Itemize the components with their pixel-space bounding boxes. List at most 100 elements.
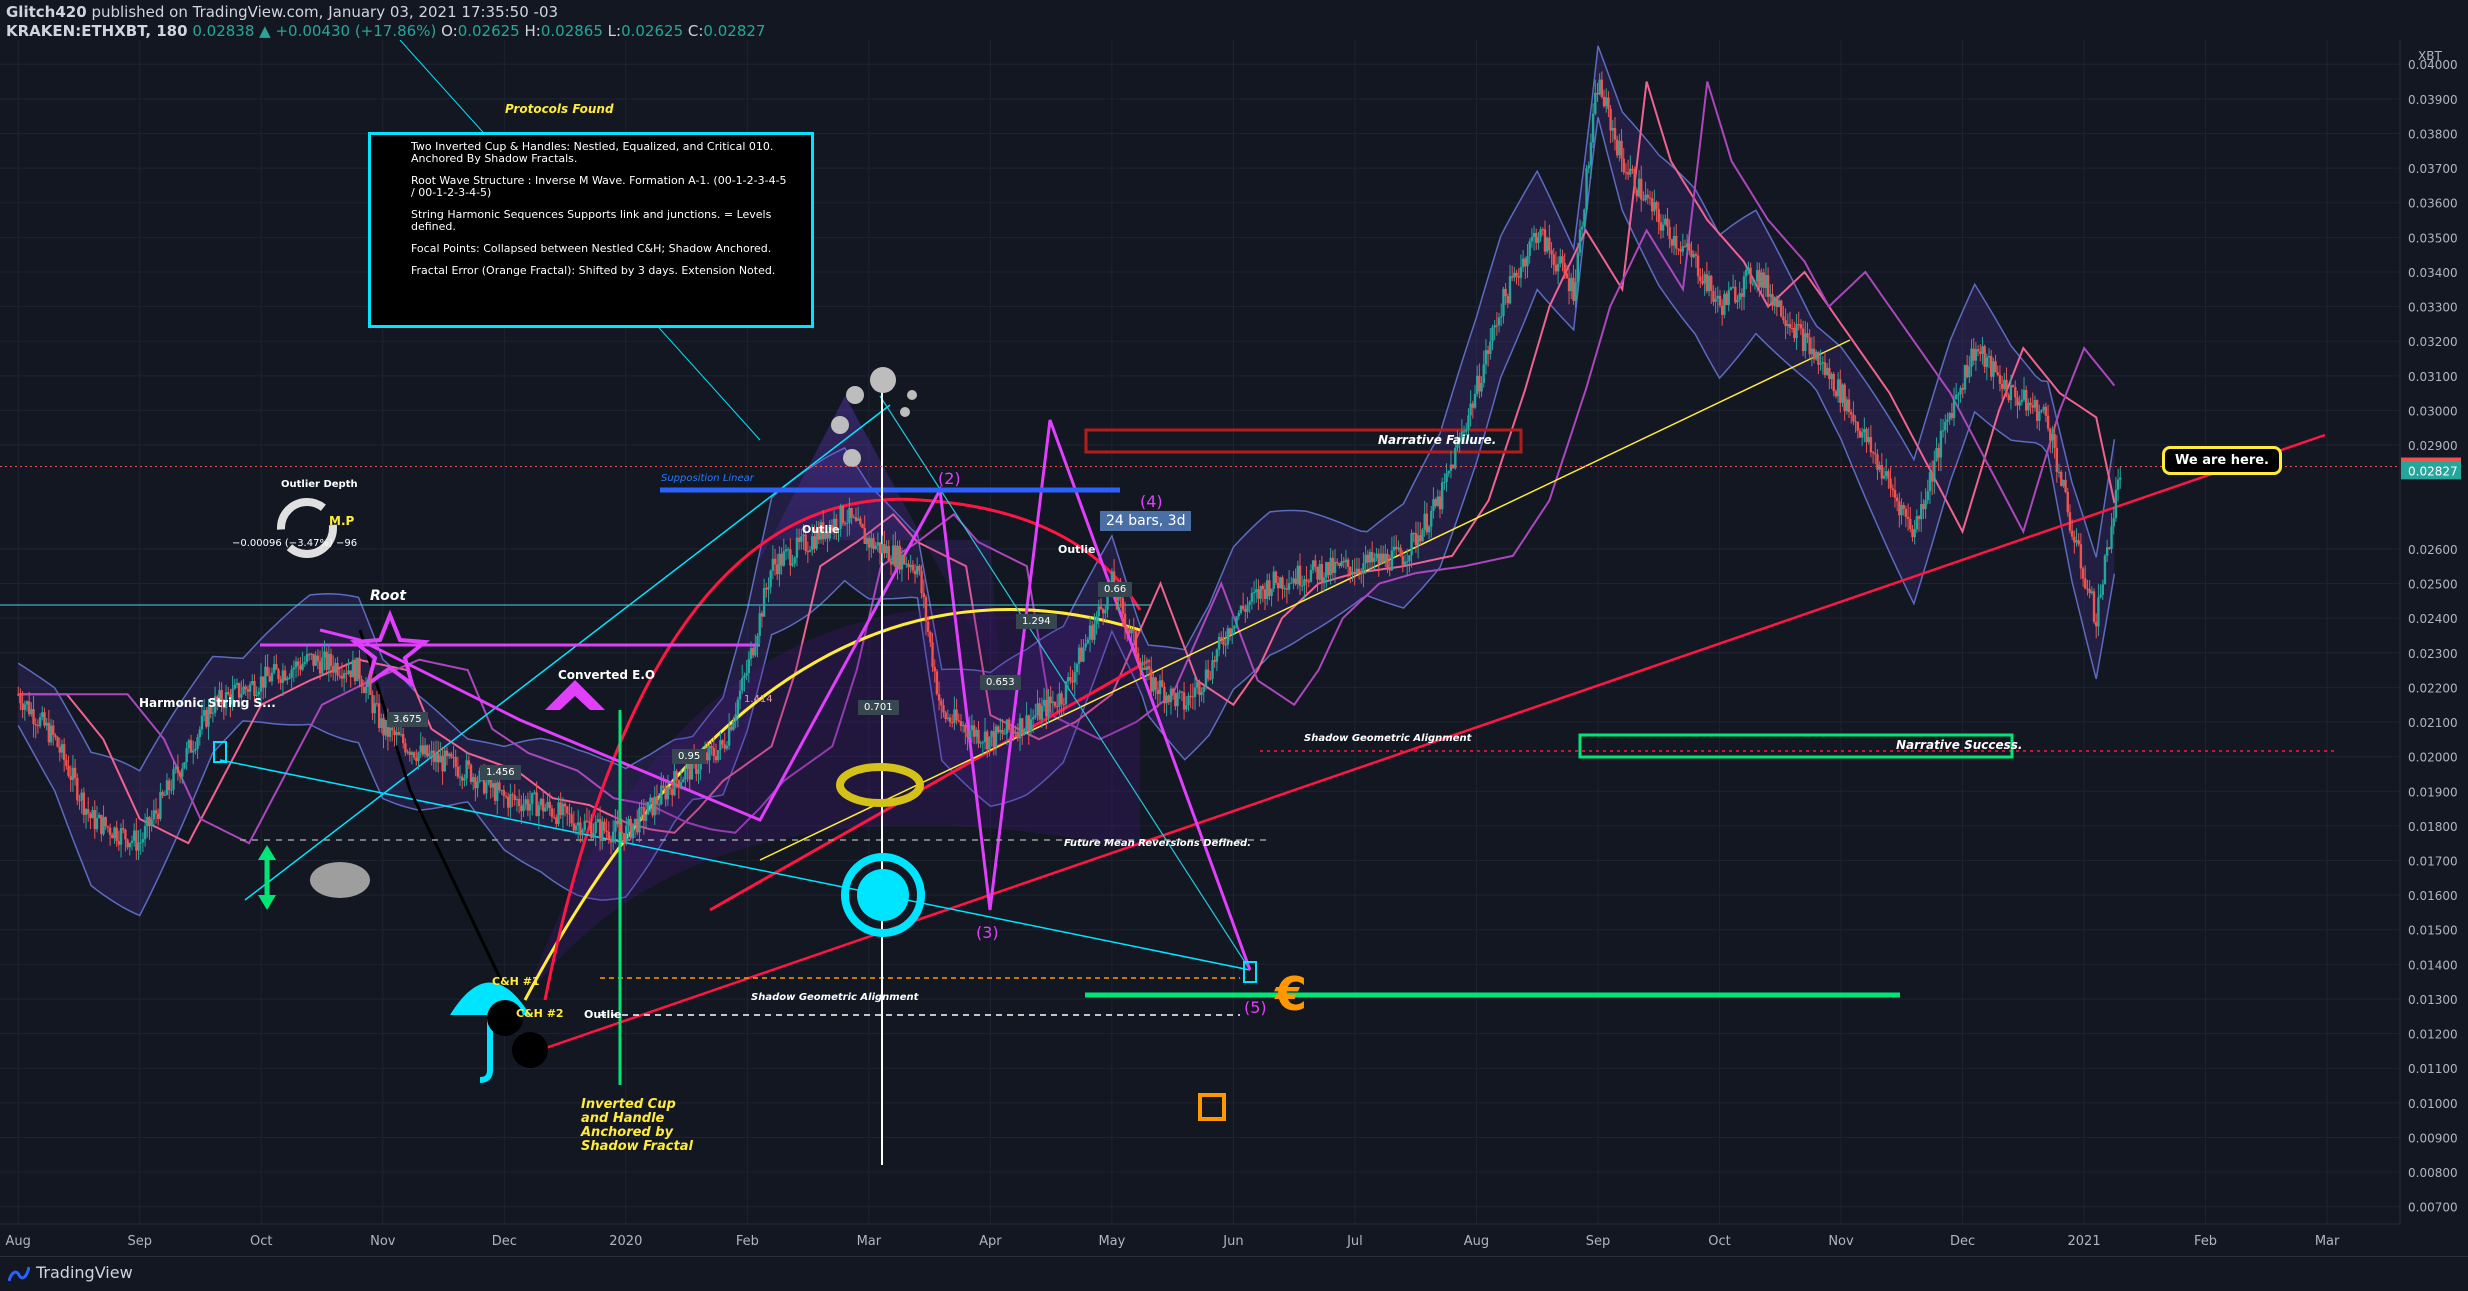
candle-body [439,755,442,763]
candle-body [2044,406,2048,416]
tradingview-logo[interactable]: TradingView [7,1263,133,1283]
candle-body [776,564,779,575]
time-tick-label: Jun [1222,1234,1243,1249]
candle-body [1504,288,1507,297]
candle-body [461,776,464,781]
price-tick-label: 0.03300 [2408,301,2458,315]
candle-body [356,657,359,682]
price-tick-label: 0.01900 [2408,785,2458,799]
candle-body [1926,491,1929,501]
candle-body [1858,430,1862,438]
candle-body [618,824,621,832]
candle-body [966,732,969,738]
candle-body [1381,553,1385,562]
candle-body [1521,258,1525,268]
author-name[interactable]: Glitch420 [6,3,87,21]
candle-body [920,570,923,594]
candle-body [1097,606,1100,617]
candle-body [426,745,429,757]
candle-body [706,752,709,761]
symbol-label[interactable]: KRAKEN:ETHXBT, 180 [6,22,188,40]
candle-body [951,722,954,724]
candle-body [1836,379,1840,397]
candle-body [957,720,960,722]
candle-body [1867,437,1870,443]
candle-body [1701,280,1704,284]
candle-body [1559,256,1562,264]
candle-body [1640,178,1643,200]
candle-body [1497,317,1501,326]
candle-body [636,818,639,833]
time-axis[interactable]: Aug Sep Oct Nov Dec 2020 Feb Mar Apr May Jun Jul Aug… [0,1223,2400,1256]
candle-body [1771,294,1774,306]
candle-body [200,715,204,730]
candle-body [852,517,855,519]
price-tick-label: 0.03400 [2408,266,2458,280]
candle-body [45,722,48,726]
ch-dot-2 [512,1032,548,1068]
candle-body [373,703,376,714]
candle-body [1136,653,1140,662]
candle-body [27,701,31,715]
candle-body [684,768,687,780]
candle-body [1047,696,1050,717]
candle-body [1556,263,1560,272]
candle-body [1607,97,1610,109]
candle-body [1274,571,1278,583]
candle-body [638,807,641,833]
candle-body [454,757,457,767]
candle-body [916,566,919,575]
candle-body [789,549,792,566]
candle-body [531,793,534,804]
price-tick-label: 0.03900 [2408,93,2458,107]
candle-body [1268,580,1271,596]
candle-body [244,686,247,690]
candle-body [2003,379,2006,389]
candle-body [1780,300,1783,317]
candle-body [1675,235,1678,249]
wave-3-label: (3) [976,923,999,942]
candle-body [1292,578,1295,583]
we-are-here-callout[interactable]: We are here. [2162,446,2282,475]
candle-body [1215,649,1219,662]
candle-body [1659,222,1663,231]
price-axis[interactable]: 0.040000.039000.038000.037000.036000.035… [2399,40,2468,1256]
price-tick-label: 0.03500 [2408,231,2458,245]
candle-body [342,673,346,679]
candle-body [900,554,904,570]
candle-body [135,830,138,851]
candle-body [1762,272,1765,288]
candle-body [60,744,64,753]
price-tick-label: 0.03600 [2408,197,2458,211]
price-tick-label: 0.00800 [2408,1166,2458,1180]
candle-body [1944,421,1947,431]
candle-body [666,787,670,800]
grey-dot-1 [870,367,896,393]
candle-body [1915,516,1919,530]
candle-body [603,821,606,831]
candle-body [1390,550,1394,571]
candle-body [1583,209,1586,227]
candle-body [1795,324,1798,339]
price-tick-label: 0.01600 [2408,889,2458,903]
time-tick-label: Oct [250,1234,272,1249]
candle-body [2042,406,2045,411]
candle-body [883,544,886,554]
candle-body [708,746,711,761]
candle-body [235,683,239,685]
candle-body [1688,243,1691,251]
candle-body [1782,316,1785,321]
candle-body [1451,464,1455,469]
candle-body [91,810,94,819]
candle-body [999,729,1002,733]
candle-body [870,538,873,548]
candle-body [1145,666,1149,671]
candle-body [399,734,403,736]
candle-body [1327,562,1330,576]
candle-body [1266,580,1269,599]
protocol-notes-box[interactable]: Two Inverted Cup & Handles: Nestled, Equ… [368,132,814,328]
candle-body [1563,262,1566,274]
candle-body [633,818,637,826]
candle-body [743,675,746,679]
candle-body [1692,254,1695,258]
